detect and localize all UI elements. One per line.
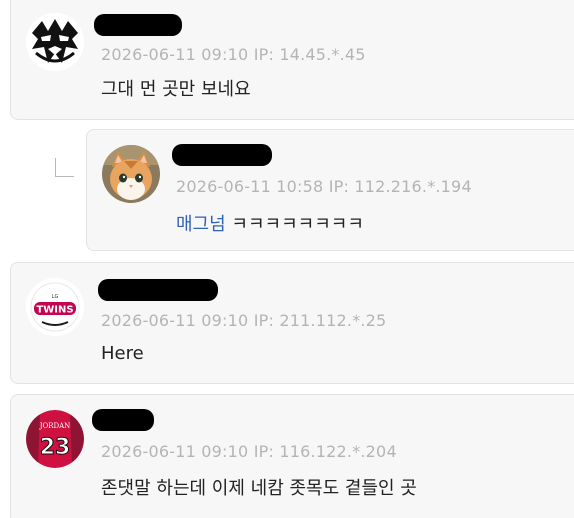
ip-label: IP:	[253, 442, 275, 461]
comment-text: Here	[101, 343, 144, 364]
comment-timestamp: 2026-06-11 09:10	[101, 45, 249, 64]
reply-arrow-icon	[55, 158, 74, 177]
lg-twins-logo-icon: TWINS LG	[26, 278, 84, 336]
redacted-username	[172, 144, 272, 166]
comment-meta: 2026-06-11 10:58 IP: 112.216.*.194	[176, 177, 472, 196]
comment-meta: 2026-06-11 09:10 IP: 14.45.*.45	[101, 45, 366, 64]
reply-text: ㅋㅋㅋㅋㅋㅋㅋㅋ	[225, 214, 364, 235]
mention-link[interactable]: 매그넘	[176, 214, 226, 235]
comment-text: 매그넘 ㅋㅋㅋㅋㅋㅋㅋㅋ	[176, 210, 364, 236]
avatar[interactable]	[26, 13, 84, 71]
avatar[interactable]	[102, 145, 160, 203]
logo-text: TWINS	[36, 305, 73, 316]
kitten-photo-icon	[102, 145, 160, 203]
redacted-username	[94, 14, 182, 36]
redacted-username	[98, 279, 218, 301]
ip-address: 116.122.*.204	[279, 442, 397, 461]
avatar[interactable]: TWINS LG	[26, 278, 84, 336]
avatar[interactable]: JORDAN 23	[26, 410, 84, 468]
comment-timestamp: 2026-06-11 09:10	[101, 311, 249, 330]
comment-meta: 2026-06-11 09:10 IP: 116.122.*.204	[101, 442, 397, 461]
comment-text: 그대 먼 곳만 보네요	[101, 79, 251, 100]
redacted-username	[92, 409, 154, 431]
ip-address: 112.216.*.194	[354, 177, 472, 196]
ip-label: IP:	[253, 45, 275, 64]
jersey-number-text: 23	[40, 435, 71, 460]
wrestler-mask-icon	[26, 13, 84, 71]
ip-address: 211.112.*.25	[279, 311, 387, 330]
jordan-jersey-icon: JORDAN 23	[26, 410, 84, 468]
logo-sub-text: LG	[52, 294, 59, 300]
ip-label: IP:	[253, 311, 275, 330]
comment-thread: 2026-06-11 09:10 IP: 14.45.*.45 그대 먼 곳만 …	[0, 0, 574, 518]
comment-timestamp: 2026-06-11 10:58	[176, 177, 324, 196]
ip-address: 14.45.*.45	[279, 45, 366, 64]
jersey-name-text: JORDAN	[39, 422, 71, 430]
comment-text: 존댓말 하는데 이제 네캄 좃목도 곁들인 곳	[101, 478, 417, 499]
ip-label: IP:	[328, 177, 350, 196]
comment-timestamp: 2026-06-11 09:10	[101, 442, 249, 461]
comment-meta: 2026-06-11 09:10 IP: 211.112.*.25	[101, 311, 386, 330]
